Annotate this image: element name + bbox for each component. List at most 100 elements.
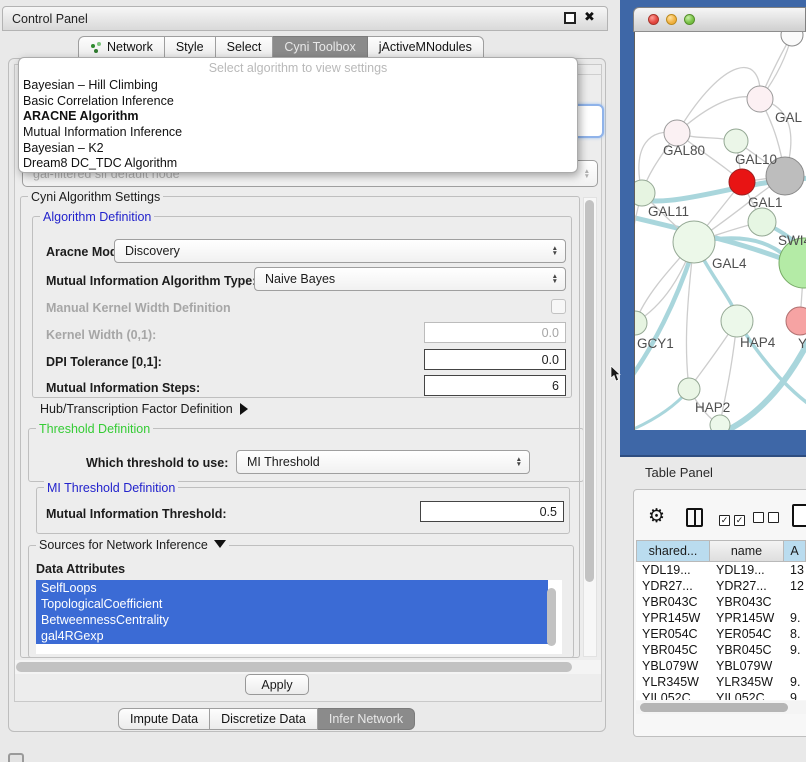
column-header-a[interactable]: A [784,540,806,562]
apply-button[interactable]: Apply [245,674,309,695]
network-node-gcy1[interactable] [635,311,647,335]
algorithm-dropdown-list: Bayesian – Hill ClimbingBasic Correlatio… [19,78,577,172]
tab-label: Style [176,40,204,54]
hub-section-header[interactable]: Hub/Transcription Factor Definition [40,402,248,416]
table-row[interactable]: YDL19...YDL19...13 [636,562,806,578]
dpi-tolerance-label: DPI Tolerance [0,1]: [46,355,162,369]
cell: YLR345W [636,674,710,690]
mi-threshold-title: MI Threshold Definition [44,481,178,495]
tab-cyni-toolbox[interactable]: Cyni Toolbox [273,36,367,58]
float-window-icon[interactable] [564,12,576,24]
algorithm-option-basic-correlation-inference[interactable]: Basic Correlation Inference [19,94,577,110]
table-row[interactable]: YBR043CYBR043C [636,594,806,610]
mi-threshold-field[interactable]: 0.5 [420,501,564,522]
table-row[interactable]: YDR27...YDR27...12 [636,578,806,594]
column-header-name[interactable]: name [710,540,784,562]
network-node-gal10[interactable] [724,129,748,153]
dpi-tolerance-field[interactable]: 0.0 [424,349,566,370]
tab-discretize-data[interactable]: Discretize Data [210,708,318,730]
cell: YDR27... [710,578,784,594]
tab-label: Impute Data [130,712,198,726]
collapsed-arrow-icon [240,403,248,415]
split-column-icon[interactable] [686,508,703,527]
cell: YPR145W [636,610,710,626]
node-label-hap4: HAP4 [740,335,776,350]
tab-infer-network[interactable]: Infer Network [318,708,415,730]
network-node-hap2[interactable] [678,378,700,400]
window-close-traffic-icon[interactable] [648,14,659,25]
minimized-panel-icon[interactable] [8,753,24,762]
sources-title: Sources for Network Inference [39,538,208,552]
cell: YBL079W [636,658,710,674]
window-minimize-traffic-icon[interactable] [666,14,677,25]
table-row[interactable]: YLR345WYLR345W9. [636,674,806,690]
manual-kernel-checkbox[interactable] [551,299,566,314]
cell [784,658,806,674]
tab-jactivemnodules[interactable]: jActiveMNodules [368,36,484,58]
table-row[interactable]: YBL079WYBL079W [636,658,806,674]
algorithm-option-mutual-information-inference[interactable]: Mutual Information Inference [19,125,577,141]
kernel-width-label: Kernel Width (0,1): [46,328,156,342]
data-attributes-list[interactable]: SelfLoopsTopologicalCoefficientBetweenne… [36,580,562,654]
tab-impute-data[interactable]: Impute Data [118,708,210,730]
select-all-columns-icon[interactable]: ✓✓ [719,512,749,526]
table-hscrollbar-thumb[interactable] [640,703,788,712]
settings-vscrollbar-thumb[interactable] [585,200,594,582]
attribute-list-scrollbar[interactable] [547,588,556,646]
which-threshold-combo[interactable]: MI Threshold ▲▼ [236,450,530,474]
file-icon[interactable] [792,504,806,527]
attribute-item-gal4rgexp[interactable]: gal4RGexp [36,628,548,644]
table-row[interactable]: YIL052CYIL052C9 [636,690,806,700]
sources-header[interactable]: Sources for Network Inference [36,538,229,552]
manual-kernel-label: Manual Kernel Width Definition [46,301,231,315]
mi-type-combo[interactable]: Naive Bayes ▲▼ [254,267,566,291]
algorithm-option-bayesian-k2[interactable]: Bayesian – K2 [19,141,577,157]
tab-style[interactable]: Style [165,36,216,58]
table-panel-title: Table Panel [645,465,713,480]
network-node-gal1[interactable] [729,169,755,195]
algorithm-option-dream8-dc-tdc-algorithm[interactable]: Dream8 DC_TDC Algorithm [19,156,577,172]
algorithm-option-bayesian-hill-climbing[interactable]: Bayesian – Hill Climbing [19,78,577,94]
attribute-item-betweennesscentrality[interactable]: BetweennessCentrality [36,612,548,628]
attribute-item-topologicalcoefficient[interactable]: TopologicalCoefficient [36,596,548,612]
deselect-all-columns-icon[interactable] [753,512,783,526]
bottom-tab-strip: Impute Data Discretize Data Infer Network [118,708,415,730]
network-node[interactable] [710,415,730,430]
attribute-item-selfloops[interactable]: SelfLoops [36,580,548,596]
tab-label: Discretize Data [221,712,306,726]
algorithm-option-aracne-algorithm[interactable]: ARACNE Algorithm [19,109,577,125]
table-row[interactable]: YPR145WYPR145W9. [636,610,806,626]
hub-section-label: Hub/Transcription Factor Definition [40,402,233,416]
threshold-definition-title: Threshold Definition [36,422,153,436]
network-node-gal[interactable] [747,86,773,112]
combo-arrows-icon: ▲▼ [552,274,558,284]
aracne-mode-combo[interactable]: Discovery ▲▼ [114,239,566,263]
tab-network[interactable]: Network [78,36,165,58]
column-header-shared[interactable]: shared... [636,540,710,562]
window-zoom-traffic-icon[interactable] [684,14,695,25]
network-node-swi4[interactable] [748,208,776,236]
network-node-hap4[interactable] [721,305,753,337]
network-node-y[interactable] [786,307,806,335]
settings-hscrollbar-thumb[interactable] [16,662,572,672]
tab-select[interactable]: Select [216,36,274,58]
close-icon[interactable]: ✖ [584,9,595,25]
table-rows: YDL19...YDL19...13YDR27...YDR27...12YBR0… [636,562,806,700]
network-node-gal4[interactable] [673,221,715,263]
cell: YER054C [636,626,710,642]
cell: YIL052C [636,690,710,700]
tab-label: Select [227,40,262,54]
table-row[interactable]: YBR045CYBR045C9. [636,642,806,658]
mi-steps-field[interactable]: 6 [424,375,566,396]
cell: YBR043C [710,594,784,610]
network-canvas[interactable]: GALGAL80GAL10GAL1GAL11SWI4GAL4GCY1HAP4YH… [634,32,806,430]
cell [784,594,806,610]
cyni-settings-title: Cyni Algorithm Settings [28,190,163,204]
node-label-gcy1: GCY1 [637,336,674,351]
network-icon [90,41,102,53]
screen: Control Panel ✖ NetworkStyleSelectCyni T… [0,0,806,762]
kernel-width-field[interactable]: 0.0 [424,322,566,343]
table-row[interactable]: YER054CYER054C8. [636,626,806,642]
network-node[interactable] [781,32,803,46]
gear-icon[interactable]: ⚙ [648,505,665,528]
